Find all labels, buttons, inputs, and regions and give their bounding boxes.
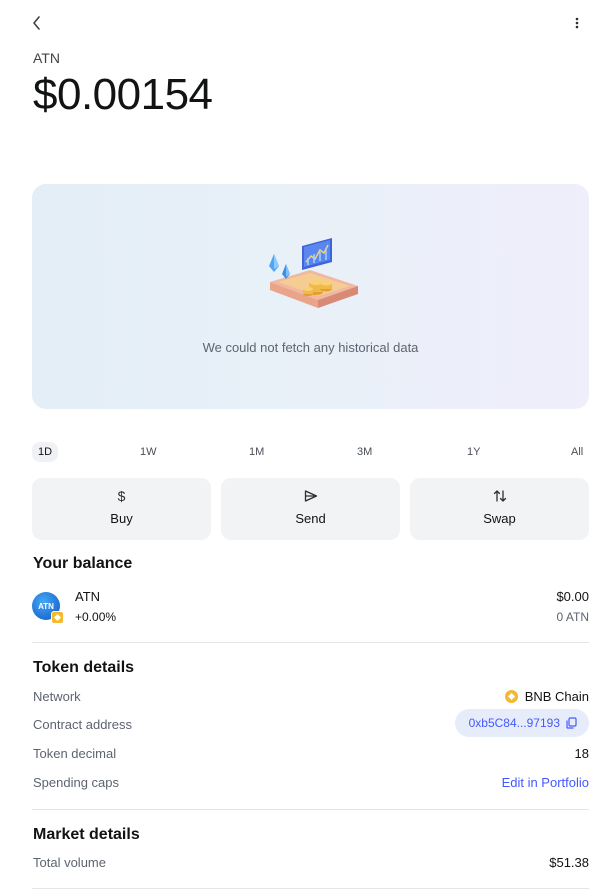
network-value: BNB Chain bbox=[504, 689, 589, 704]
token-details-title: Token details bbox=[33, 659, 135, 676]
swap-button[interactable]: Swap bbox=[410, 478, 589, 540]
timeframe-selector: 1D 1W 1M 3M 1Y All bbox=[32, 442, 589, 462]
buy-label: Buy bbox=[110, 511, 133, 526]
token-decimal-label: Token decimal bbox=[33, 746, 117, 761]
balance-token-amount: 0 ATN bbox=[556, 610, 589, 624]
token-decimal-row: Token decimal 18 bbox=[33, 744, 589, 766]
timeframe-1w[interactable]: 1W bbox=[140, 442, 157, 462]
contract-address-copy-button[interactable]: 0xb5C84...97193 bbox=[454, 709, 589, 737]
contract-address-value: 0xb5C84...97193 bbox=[468, 716, 560, 730]
dollar-icon: $ bbox=[117, 488, 126, 504]
contract-address-label: Contract address bbox=[33, 717, 132, 732]
divider bbox=[32, 809, 589, 810]
swap-label: Swap bbox=[483, 511, 516, 526]
swap-icon bbox=[493, 490, 506, 502]
buy-button[interactable]: $ Buy bbox=[32, 478, 211, 540]
spending-caps-label: Spending caps bbox=[33, 775, 120, 790]
token-symbol: ATN bbox=[33, 50, 60, 66]
total-volume-row: Total volume $51.38 bbox=[33, 853, 589, 875]
more-vertical-icon bbox=[575, 17, 579, 29]
divider bbox=[32, 888, 589, 889]
chart-empty-message: We could not fetch any historical data bbox=[202, 340, 419, 355]
send-icon bbox=[304, 490, 317, 502]
total-volume-label: Total volume bbox=[33, 855, 106, 870]
balance-row[interactable]: ATN ATN +0.00% $0.00 0 ATN bbox=[32, 588, 589, 628]
chart-illustration bbox=[269, 238, 358, 308]
action-buttons: $ Buy Send Swap bbox=[32, 478, 589, 540]
copy-icon bbox=[566, 717, 577, 729]
balance-change: +0.00% bbox=[75, 610, 117, 624]
chevron-left-icon bbox=[33, 16, 40, 30]
more-options-button[interactable] bbox=[566, 12, 588, 34]
token-price: $0.00154 bbox=[33, 70, 213, 119]
token-detail-page: ATN $0.00154 We could not fetch any hist… bbox=[0, 0, 601, 891]
network-name: BNB Chain bbox=[524, 689, 589, 704]
timeframe-1y[interactable]: 1Y bbox=[467, 442, 480, 462]
balance-token-name: ATN bbox=[75, 589, 101, 604]
send-label: Send bbox=[295, 511, 326, 526]
bnb-chain-badge-icon bbox=[51, 611, 64, 624]
network-row: Network BNB Chain bbox=[33, 687, 589, 709]
token-decimal-value: 18 bbox=[574, 746, 589, 761]
back-button[interactable] bbox=[26, 12, 48, 34]
total-volume-value: $51.38 bbox=[549, 855, 589, 870]
timeframe-3m[interactable]: 3M bbox=[357, 442, 372, 462]
balance-section-title: Your balance bbox=[33, 555, 133, 572]
balance-fiat-value: $0.00 bbox=[556, 589, 589, 604]
edit-in-portfolio-link[interactable]: Edit in Portfolio bbox=[502, 775, 589, 790]
bnb-icon bbox=[504, 690, 518, 703]
market-details-title: Market details bbox=[33, 826, 140, 843]
divider bbox=[32, 642, 589, 643]
network-label: Network bbox=[33, 689, 81, 704]
send-button[interactable]: Send bbox=[221, 478, 400, 540]
contract-address-row: Contract address 0xb5C84...97193 bbox=[33, 709, 589, 737]
spending-caps-row: Spending caps Edit in Portfolio bbox=[33, 773, 589, 795]
timeframe-1m[interactable]: 1M bbox=[249, 442, 264, 462]
timeframe-1d[interactable]: 1D bbox=[32, 442, 59, 462]
price-chart-empty-state: We could not fetch any historical data bbox=[32, 184, 589, 409]
timeframe-all[interactable]: All bbox=[571, 442, 583, 462]
